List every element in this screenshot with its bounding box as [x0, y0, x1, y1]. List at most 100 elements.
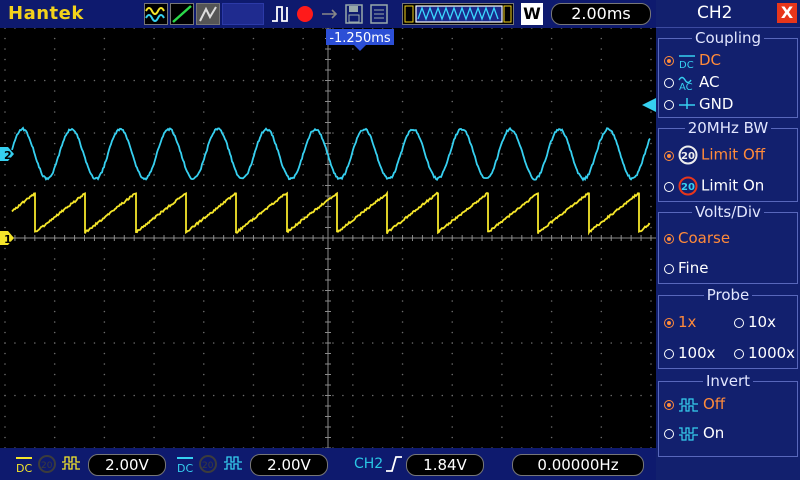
- grid-dot: [153, 258, 155, 260]
- coupling-option-gnd[interactable]: GND: [664, 95, 733, 113]
- grid-dot: [153, 143, 155, 145]
- coupling-option-ac[interactable]: AC AC: [664, 73, 719, 91]
- save-icon[interactable]: [344, 3, 364, 25]
- grid-dot: [14, 80, 16, 82]
- grid-dot: [54, 174, 56, 176]
- grid-dot: [402, 342, 404, 344]
- invert-option-on[interactable]: On: [664, 424, 724, 442]
- bandwidth-option-limit-off[interactable]: 20 Limit Off: [664, 145, 765, 165]
- grid-dot: [650, 311, 652, 313]
- persist-icon[interactable]: [196, 3, 220, 25]
- timebase-readout[interactable]: 2.00ms: [551, 3, 651, 25]
- grid-dot: [571, 342, 573, 344]
- grid-dot: [372, 185, 374, 187]
- grid-dot: [451, 185, 453, 187]
- grid-dot: [273, 395, 275, 397]
- trigger-level-marker[interactable]: [642, 98, 656, 112]
- grid-dot: [501, 437, 503, 439]
- grid-dot: [501, 80, 503, 82]
- grid-dot: [153, 353, 155, 355]
- grid-dot: [104, 80, 106, 82]
- trigger-source-label[interactable]: CH2: [354, 456, 383, 472]
- grid-dot: [64, 132, 66, 134]
- usb-icon[interactable]: [368, 3, 390, 25]
- waveform-canvas[interactable]: -1.250ms 2 1: [0, 28, 656, 448]
- grid-dot: [561, 80, 563, 82]
- grid-dot: [432, 80, 434, 82]
- grid-dot: [233, 80, 235, 82]
- grid-dot: [213, 185, 215, 187]
- grid-dot: [422, 342, 424, 344]
- coupling-option-dc[interactable]: DC DC: [664, 51, 721, 69]
- graticule: [0, 28, 656, 448]
- record-icon[interactable]: [295, 3, 315, 25]
- grid-dot: [451, 332, 453, 334]
- grid-dot: [352, 290, 354, 292]
- volts-div-option-fine[interactable]: Fine: [664, 259, 708, 277]
- bandwidth-option-limit-on[interactable]: 20 Limit On: [664, 176, 764, 196]
- grid-dot: [501, 416, 503, 418]
- close-button[interactable]: X: [777, 3, 797, 23]
- grid-dot: [402, 195, 404, 197]
- grid-dot: [352, 311, 354, 313]
- grid-dot: [402, 311, 404, 313]
- arrow-icon[interactable]: [320, 3, 340, 25]
- grid-dot: [601, 28, 603, 29]
- probe-option-1x[interactable]: 1x: [664, 313, 696, 331]
- trigger-level-readout[interactable]: 1.84V: [406, 454, 484, 476]
- grid-dot: [581, 342, 583, 344]
- grid-dot: [24, 185, 26, 187]
- trigger-position-marker[interactable]: -1.250ms: [326, 29, 394, 51]
- grid-dot: [4, 426, 6, 428]
- grid-dot: [601, 290, 603, 292]
- grid-dot: [143, 80, 145, 82]
- grid-dot: [94, 290, 96, 292]
- grid-dot: [104, 48, 106, 50]
- grid-dot: [233, 28, 235, 29]
- probe-option-100x[interactable]: 100x: [664, 344, 716, 362]
- grid-dot: [223, 290, 225, 292]
- line-mode-icon[interactable]: [170, 3, 194, 25]
- probe-option-10x[interactable]: 10x: [734, 313, 776, 331]
- grid-dot: [133, 290, 135, 292]
- dc-icon: DC: [678, 53, 696, 69]
- grid-dot: [4, 206, 6, 208]
- grid-dot: [551, 290, 553, 292]
- grid-dot: [253, 269, 255, 271]
- volts-div-title: Volts/Div: [656, 203, 800, 221]
- grid-dot: [561, 290, 563, 292]
- grid-dot: [173, 290, 175, 292]
- waveform-mode-button[interactable]: W: [521, 3, 543, 25]
- ch1-volts-readout[interactable]: 2.00V: [88, 454, 166, 476]
- grid-dot: [501, 279, 503, 281]
- grid-dot: [501, 300, 503, 302]
- grid-dot: [203, 101, 205, 103]
- grid-dot: [302, 437, 304, 439]
- grid-dot: [402, 353, 404, 355]
- grid-dot: [551, 80, 553, 82]
- ch1-level-marker[interactable]: 1: [0, 231, 14, 246]
- grid-dot: [302, 69, 304, 71]
- volts-div-option-coarse[interactable]: Coarse: [664, 229, 730, 247]
- grid-dot: [451, 59, 453, 61]
- grid-dot: [34, 80, 36, 82]
- ch2-volts-readout[interactable]: 2.00V: [250, 454, 328, 476]
- grid-dot: [54, 59, 56, 61]
- trigger-edge-icon[interactable]: [270, 3, 292, 25]
- invert-option-off[interactable]: Off: [664, 395, 725, 413]
- grid-dot: [104, 290, 106, 292]
- grid-dot: [650, 269, 652, 271]
- grid-dot: [14, 28, 16, 29]
- invert-title: Invert: [656, 372, 800, 390]
- grid-dot: [402, 416, 404, 418]
- grid-dot: [153, 395, 155, 397]
- grid-dot: [104, 122, 106, 124]
- grid-dot: [461, 132, 463, 134]
- probe-option-1000x[interactable]: 1000x: [734, 344, 795, 362]
- waveform-display[interactable]: -1.250ms 2 1: [0, 28, 656, 448]
- grid-dot: [104, 342, 106, 344]
- grid-dot: [382, 290, 384, 292]
- grid-dot: [352, 80, 354, 82]
- grid-dot: [601, 311, 603, 313]
- grid-dot: [501, 384, 503, 386]
